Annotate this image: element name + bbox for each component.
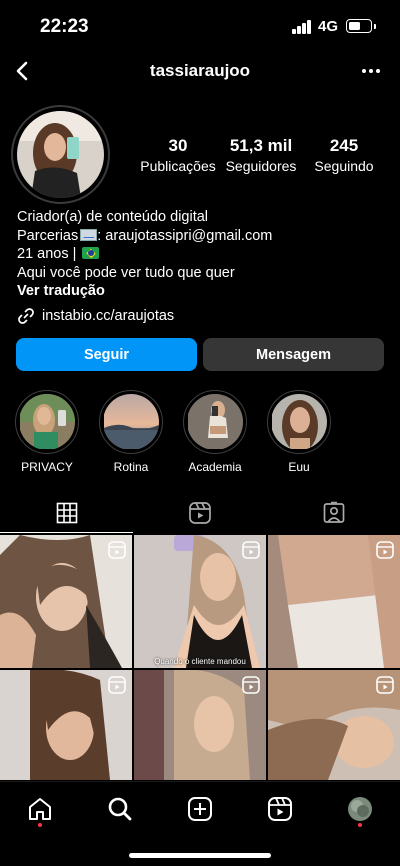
back-button[interactable]	[8, 56, 38, 86]
message-button[interactable]: Mensagem	[203, 338, 384, 371]
bio-link-text: instabio.cc/araujotas	[42, 308, 175, 324]
more-options-button[interactable]	[356, 56, 386, 86]
more-horizontal-icon	[362, 69, 380, 73]
reels-icon	[268, 797, 292, 821]
create-icon	[188, 797, 212, 821]
home-indicator	[129, 853, 271, 858]
nav-profile[interactable]	[345, 794, 375, 824]
reel-icon	[242, 676, 260, 694]
notification-dot	[358, 823, 362, 827]
posts-count-value: 30	[168, 136, 188, 155]
follow-button[interactable]: Seguir	[16, 338, 197, 371]
highlight-cover	[19, 394, 75, 450]
grid-post[interactable]	[268, 535, 400, 668]
reel-icon	[242, 541, 260, 559]
reel-icon	[376, 676, 394, 694]
following-count[interactable]: 245 Seguindo	[306, 136, 382, 174]
profile-photo	[17, 111, 104, 198]
highlight-cover	[103, 394, 159, 450]
profile-header: tassiaraujoo	[0, 52, 400, 92]
tab-posts-grid[interactable]	[0, 493, 133, 533]
nav-create[interactable]	[185, 794, 215, 824]
highlight-cover	[187, 394, 243, 450]
network-type: 4G	[318, 18, 339, 35]
profile-tabs	[0, 493, 400, 533]
story-highlight[interactable]: Academia	[179, 390, 251, 474]
bio-partnerships-email: : araujotassipri@gmail.com	[97, 227, 273, 244]
notification-dot	[38, 823, 42, 827]
followers-count-label: Seguidores	[225, 158, 297, 174]
bio-age: 21 anos |	[17, 245, 387, 264]
bio-tagline: Aqui você pode ver tudo que quer	[17, 264, 235, 281]
grid-post[interactable]: Quando o cliente mandou	[134, 535, 266, 668]
followers-count-value: 51,3 mil	[229, 136, 293, 155]
reel-icon	[376, 541, 394, 559]
highlight-label: Rotina	[113, 460, 149, 474]
status-bar: 22:23 4G	[0, 0, 400, 52]
grid-icon	[56, 502, 77, 523]
highlight-label: Euu	[288, 460, 310, 474]
highlight-label: Academia	[188, 460, 242, 474]
bio-partnerships: Parcerias : araujotassipri@gmail.com	[17, 227, 387, 246]
search-icon	[108, 797, 132, 821]
story-highlight[interactable]: Euu	[263, 390, 335, 474]
bio-age-text: 21 anos |	[17, 246, 81, 263]
brazil-flag-icon	[82, 247, 100, 260]
nav-reels[interactable]	[265, 794, 295, 824]
tab-tagged[interactable]	[267, 493, 400, 533]
highlight-label: PRIVACY	[21, 460, 73, 474]
following-count-value: 245	[329, 136, 359, 155]
reels-icon	[188, 502, 211, 524]
see-translation-link[interactable]: Ver tradução	[17, 282, 387, 301]
battery-icon	[346, 19, 376, 33]
story-highlight[interactable]: Rotina	[95, 390, 167, 474]
posts-count-label: Publicações	[140, 158, 216, 174]
envelope-emoji-icon	[80, 228, 98, 241]
tagged-icon	[323, 501, 344, 523]
profile-avatar[interactable]	[11, 105, 110, 204]
followers-count[interactable]: 51,3 mil Seguidores	[220, 136, 302, 174]
grid-post[interactable]	[0, 535, 132, 668]
nav-search[interactable]	[105, 794, 135, 824]
profile-username: tassiaraujoo	[149, 61, 251, 80]
nav-home[interactable]	[25, 794, 55, 824]
posts-count[interactable]: 30 Publicações	[138, 136, 218, 174]
tab-reels[interactable]	[133, 493, 266, 533]
link-icon	[18, 308, 34, 324]
status-time: 22:23	[40, 16, 89, 37]
following-count-label: Seguindo	[314, 158, 374, 174]
chevron-left-icon	[16, 61, 28, 81]
signal-icon	[292, 20, 312, 34]
home-icon	[29, 798, 51, 820]
profile-avatar-icon	[348, 797, 372, 821]
reel-icon	[108, 676, 126, 694]
profile-bio: Criador(a) de conteúdo digital Parcerias…	[17, 208, 387, 301]
reel-icon	[108, 541, 126, 559]
story-highlight[interactable]: PRIVACY	[11, 390, 83, 474]
bio-category: Criador(a) de conteúdo digital	[17, 209, 209, 225]
post-caption: Quando o cliente mandou	[154, 657, 246, 666]
highlight-cover	[271, 394, 327, 450]
bio-partnerships-prefix: Parcerias	[17, 227, 79, 244]
bio-link[interactable]: instabio.cc/araujotas	[17, 305, 174, 327]
